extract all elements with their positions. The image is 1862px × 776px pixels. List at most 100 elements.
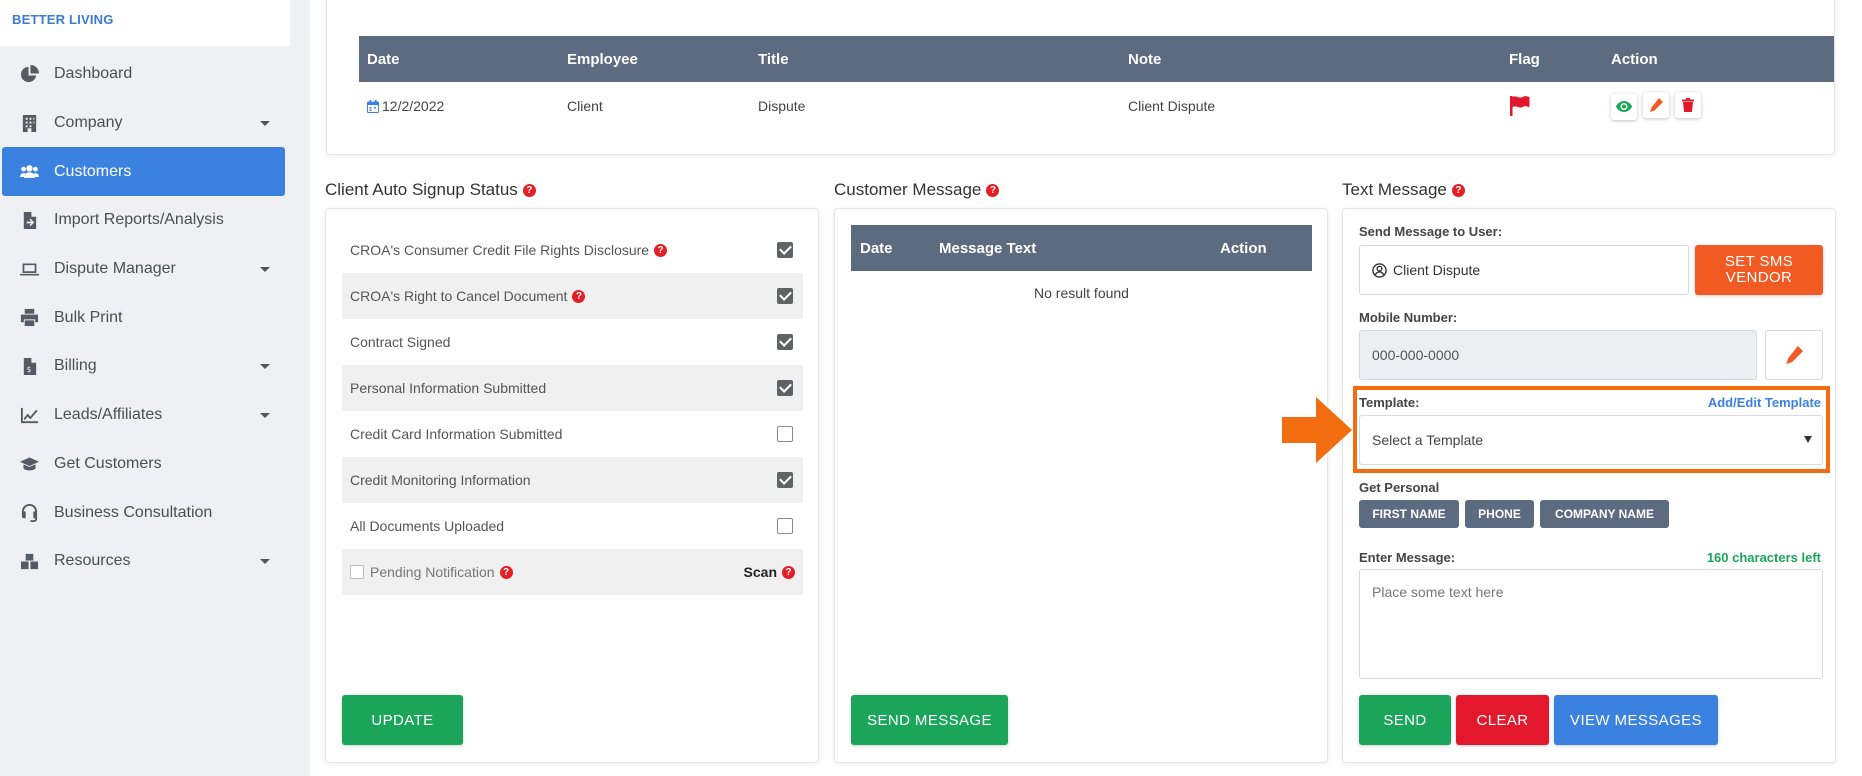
cell-flag	[1501, 82, 1603, 130]
send-button[interactable]: SEND	[1359, 695, 1451, 745]
signup-row-credit-monitoring: Credit Monitoring Information	[342, 457, 803, 503]
sidebar-item-label: Get Customers	[54, 454, 162, 472]
text-message-panel: Send Message to User: Client Dispute SET…	[1342, 208, 1836, 763]
column-header-message-text: Message Text	[939, 240, 1037, 257]
company-name-chip[interactable]: COMPANY NAME	[1540, 500, 1669, 528]
chevron-down-icon	[260, 558, 270, 564]
set-sms-vendor-button[interactable]: SET SMS VENDOR	[1695, 245, 1823, 295]
column-header-action: Action	[1603, 36, 1834, 82]
update-button[interactable]: UPDATE	[342, 695, 463, 745]
column-header-note: Note	[1120, 36, 1501, 82]
trash-icon	[1682, 98, 1694, 113]
help-icon[interactable]: ?	[522, 183, 536, 197]
sidebar-item-import-reports[interactable]: Import Reports/Analysis	[0, 196, 292, 245]
send-message-button[interactable]: SEND MESSAGE	[851, 695, 1008, 745]
text-message-title-text: Text Message	[1342, 180, 1447, 199]
checkbox-all-documents[interactable]	[777, 518, 793, 534]
help-icon[interactable]: ?	[654, 243, 668, 257]
signup-item-label: Credit Monitoring Information	[350, 472, 531, 488]
calendar-icon	[367, 100, 379, 113]
graduation-cap-icon	[18, 453, 40, 475]
cell-title: Dispute	[758, 98, 806, 114]
view-messages-button[interactable]: VIEW MESSAGES	[1554, 695, 1718, 745]
enter-message-label: Enter Message:	[1359, 550, 1456, 565]
checkbox-credit-card-info[interactable]	[777, 426, 793, 442]
sidebar-item-company[interactable]: Company	[0, 99, 292, 148]
template-select[interactable]: Select a Template	[1359, 415, 1823, 465]
mobile-number-input[interactable]: 000-000-0000	[1359, 330, 1757, 380]
cell-actions	[1603, 82, 1834, 130]
boxes-icon	[18, 550, 40, 572]
signup-item-label: All Documents Uploaded	[350, 518, 505, 534]
checkbox-croa-cancel[interactable]	[777, 288, 793, 304]
file-import-icon	[18, 209, 40, 231]
scan-link[interactable]: Scan?	[744, 564, 795, 580]
checkbox-contract-signed[interactable]	[777, 334, 793, 350]
sidebar-item-bulk-print[interactable]: Bulk Print	[0, 293, 292, 342]
signup-status-title: Client Auto Signup Status ?	[325, 180, 536, 200]
sidebar-item-label: Resources	[54, 552, 131, 570]
customer-message-panel: Date Message Text Action No result found…	[834, 208, 1328, 763]
sidebar-item-resources[interactable]: Resources	[0, 537, 292, 586]
sidebar-item-dashboard[interactable]: Dashboard	[0, 50, 292, 99]
main-content: Date Employee Title Note Flag Action 12/…	[310, 0, 1862, 776]
sidebar-item-leads-affiliates[interactable]: Leads/Affiliates	[0, 391, 292, 440]
add-edit-template-link[interactable]: Add/Edit Template	[1708, 395, 1821, 410]
pointer-arrow-icon	[1282, 397, 1354, 463]
sidebar-item-billing[interactable]: $ Billing	[0, 342, 292, 391]
checkbox-credit-monitoring[interactable]	[777, 472, 793, 488]
view-button[interactable]	[1611, 93, 1637, 120]
building-icon	[18, 112, 40, 134]
column-header-title: Title	[750, 36, 1120, 82]
pending-notification-checkbox[interactable]	[350, 565, 364, 579]
help-icon[interactable]: ?	[572, 289, 586, 303]
brand-logo: BETTER LIVING	[0, 0, 290, 46]
sidebar-item-customers[interactable]: Customers	[2, 147, 285, 197]
column-header-employee: Employee	[559, 36, 750, 82]
sidebar-nav: Dashboard Company Customers Import Repor…	[0, 50, 292, 586]
user-select[interactable]: Client Dispute	[1359, 245, 1689, 295]
scan-label: Scan	[743, 564, 777, 580]
template-select-value: Select a Template	[1372, 432, 1484, 448]
svg-text:$: $	[26, 365, 31, 374]
users-icon	[18, 161, 40, 183]
sidebar-item-get-customers[interactable]: Get Customers	[0, 440, 292, 489]
help-icon[interactable]: ?	[499, 565, 513, 579]
signup-status-panel: CROA's Consumer Credit File Rights Discl…	[325, 208, 819, 763]
help-icon[interactable]: ?	[1451, 183, 1465, 197]
text-message-title: Text Message ?	[1342, 180, 1465, 200]
signup-row-personal-info: Personal Information Submitted	[342, 365, 803, 411]
signup-row-contract-signed: Contract Signed	[342, 319, 803, 365]
edit-button[interactable]	[1643, 92, 1669, 119]
checkbox-croa-disclosure[interactable]	[777, 242, 793, 258]
first-name-chip[interactable]: FIRST NAME	[1359, 500, 1459, 528]
template-label: Template:	[1359, 395, 1420, 410]
signup-item-label: Contract Signed	[350, 334, 451, 350]
eye-icon	[1616, 101, 1632, 113]
cell-note: Client Dispute	[1128, 98, 1216, 114]
phone-chip[interactable]: PHONE	[1465, 500, 1534, 528]
get-personal-label: Get Personal	[1359, 480, 1440, 495]
checkbox-personal-info[interactable]	[777, 380, 793, 396]
sidebar-item-business-consultation[interactable]: Business Consultation	[0, 488, 292, 537]
headset-icon	[18, 502, 40, 524]
signup-item-label: CROA's Consumer Credit File Rights Discl…	[350, 242, 650, 258]
cell-employee: Client	[567, 98, 603, 114]
signup-row-all-documents: All Documents Uploaded	[342, 503, 803, 549]
laptop-icon	[18, 258, 40, 280]
message-textarea[interactable]: Place some text here	[1359, 569, 1823, 679]
flag-icon[interactable]	[1509, 96, 1595, 116]
signup-row-croa-disclosure: CROA's Consumer Credit File Rights Discl…	[342, 227, 803, 273]
sidebar-item-dispute-manager[interactable]: Dispute Manager	[0, 245, 292, 294]
signup-row-credit-card-info: Credit Card Information Submitted	[342, 411, 803, 457]
clear-button[interactable]: CLEAR	[1456, 695, 1549, 745]
signup-row-pending-notification: Pending Notification? Scan?	[342, 549, 803, 595]
sidebar-item-label: Dashboard	[54, 65, 133, 83]
sidebar-item-label: Leads/Affiliates	[54, 406, 163, 424]
edit-mobile-button[interactable]	[1765, 330, 1823, 380]
delete-button[interactable]	[1675, 92, 1701, 119]
help-icon[interactable]: ?	[986, 183, 1000, 197]
notes-table: Date Employee Title Note Flag Action 12/…	[359, 36, 1834, 130]
characters-left-counter: 160 characters left	[1706, 550, 1821, 565]
message-table-header: Date Message Text Action	[851, 225, 1312, 271]
